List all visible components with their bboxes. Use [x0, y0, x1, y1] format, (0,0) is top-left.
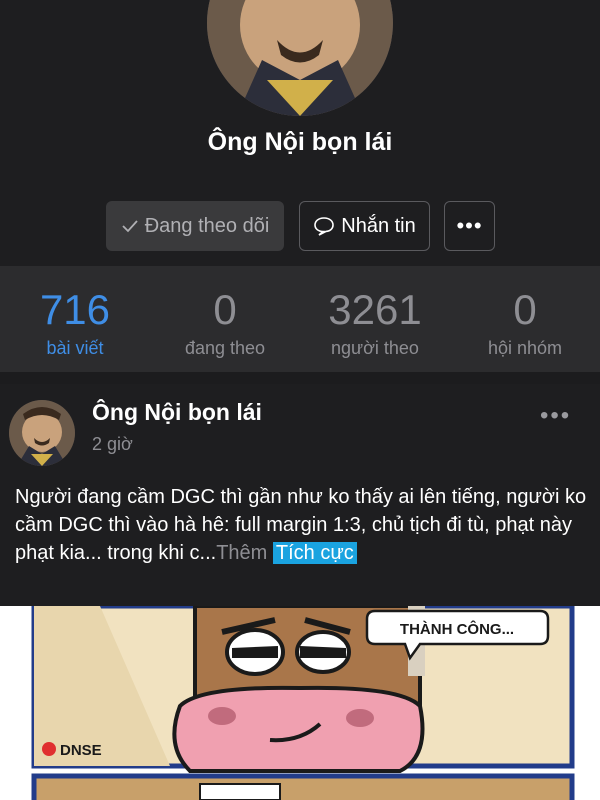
post-image[interactable]: THÀNH CÔNG... DNSE	[0, 606, 600, 800]
stat-value: 0	[513, 286, 537, 333]
speech-bubble-text: THÀNH CÔNG...	[400, 620, 514, 638]
following-button[interactable]: Đang theo dõi	[106, 201, 284, 251]
stat-label: người theo	[331, 338, 419, 358]
post-author-name[interactable]: Ông Nội bọn lái	[92, 399, 262, 426]
checkmark-icon	[121, 217, 139, 235]
see-more-link[interactable]: Thêm	[216, 542, 267, 564]
stat-label: bài viết	[46, 338, 104, 358]
stat-value: 716	[39, 286, 111, 333]
post-more-button[interactable]: •••	[540, 402, 571, 430]
profile-name: Ông Nội bọn lái	[207, 128, 393, 156]
chat-bubble-icon	[313, 216, 335, 236]
profile-header: Ông Nội bọn lái Đang theo dõi Nhắn tin •…	[0, 0, 600, 266]
post-text: Người đang cầm DGC thì gần như ko thấy a…	[15, 483, 590, 567]
message-button-label: Nhắn tin	[341, 214, 416, 237]
following-button-label: Đang theo dõi	[144, 214, 270, 237]
stat-followers[interactable]: 3261 người theo	[300, 266, 450, 372]
more-options-button[interactable]: •••	[444, 201, 495, 251]
stat-label: đang theo	[184, 338, 266, 358]
message-button[interactable]: Nhắn tin	[299, 201, 430, 251]
profile-avatar[interactable]	[207, 0, 393, 116]
stat-label: hội nhóm	[487, 338, 563, 358]
stats-bar: 716 bài viết 0 đang theo 3261 người theo…	[0, 266, 600, 372]
post-author-avatar[interactable]	[9, 400, 75, 466]
brand-text: DNSE	[60, 742, 102, 759]
stat-value: 0	[213, 286, 237, 333]
stat-following[interactable]: 0 đang theo	[150, 266, 300, 372]
sentiment-tag[interactable]: Tích cực	[272, 542, 357, 564]
stat-groups[interactable]: 0 hội nhóm	[450, 266, 600, 372]
post-timestamp: 2 giờ	[92, 434, 133, 454]
stat-posts[interactable]: 716 bài viết	[0, 266, 150, 372]
stat-value: 3261	[328, 286, 422, 333]
